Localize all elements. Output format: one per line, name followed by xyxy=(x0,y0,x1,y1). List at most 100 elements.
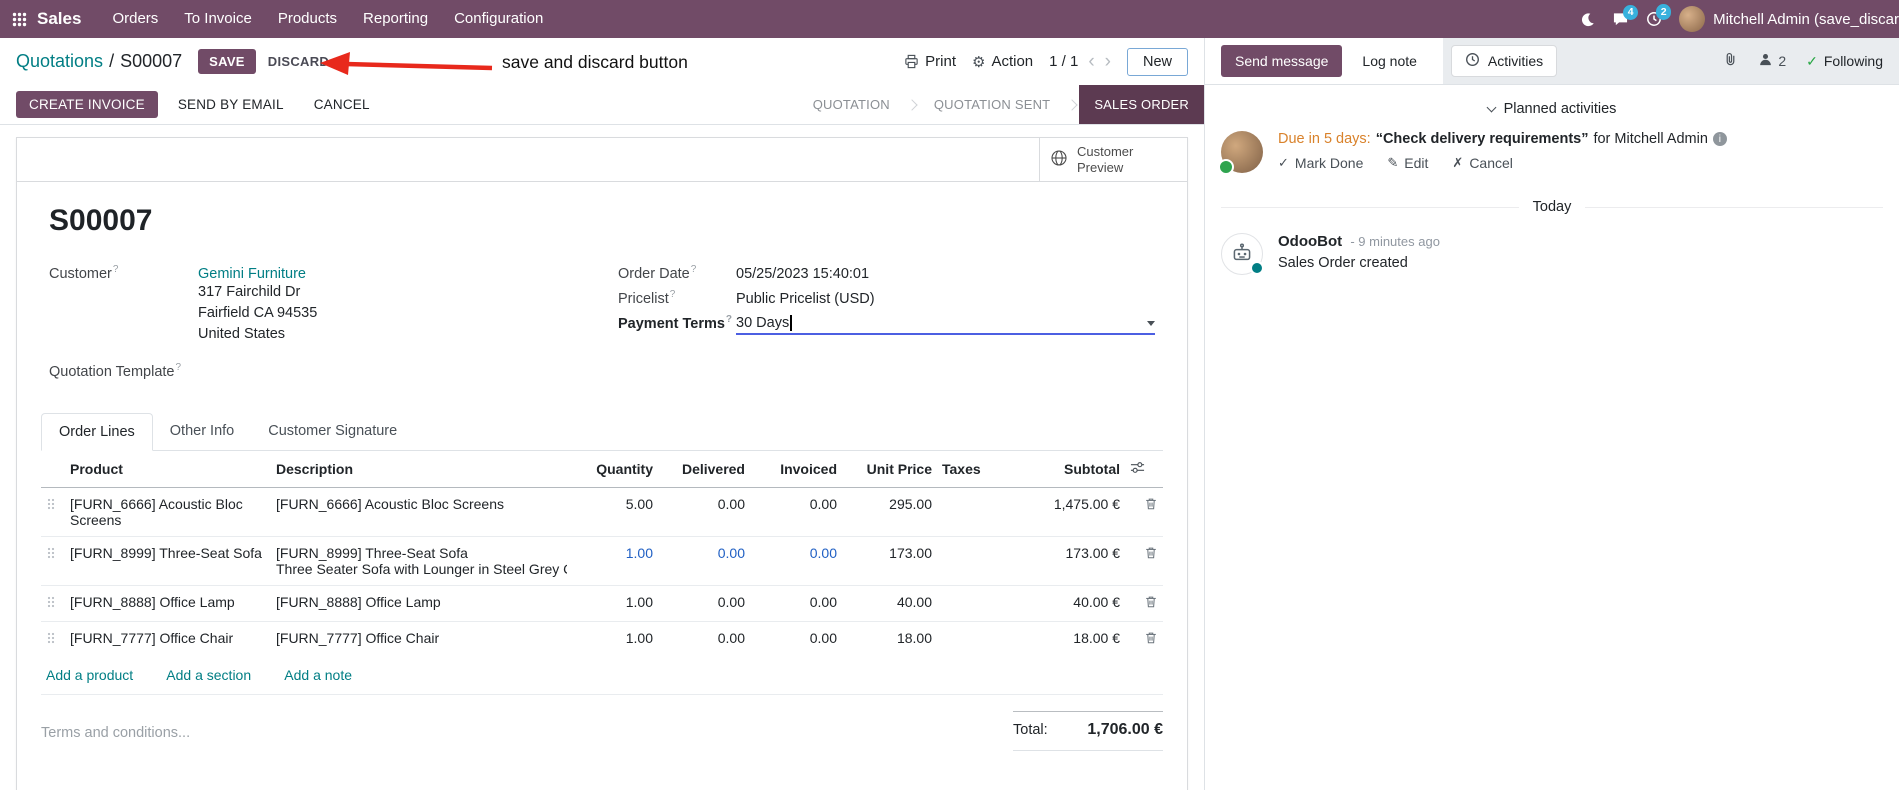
user-menu[interactable]: Mitchell Admin (save_discar xyxy=(1713,11,1899,28)
cell-quantity[interactable]: 5.00 xyxy=(572,487,658,536)
dark-mode-moon-icon[interactable] xyxy=(1580,12,1595,27)
add-a-note-link[interactable]: Add a note xyxy=(284,667,352,683)
cell-unit-price[interactable]: 295.00 xyxy=(842,487,937,536)
tab-customer-signature[interactable]: Customer Signature xyxy=(251,413,414,450)
print-button[interactable]: Print xyxy=(904,53,956,70)
delete-line-icon[interactable] xyxy=(1125,584,1163,622)
cell-invoiced[interactable]: 0.00 xyxy=(750,535,842,586)
following-button[interactable]: ✓ Following xyxy=(1806,53,1883,70)
breadcrumb-quotations-link[interactable]: Quotations xyxy=(16,51,103,72)
col-delivered[interactable]: Delivered xyxy=(658,450,750,488)
cell-unit-price[interactable]: 173.00 xyxy=(842,535,937,586)
cell-description[interactable]: [FURN_8999] Three-Seat Sofa Three Seater … xyxy=(271,535,572,586)
menu-configuration[interactable]: Configuration xyxy=(441,0,556,38)
order-line-row[interactable]: [FURN_8999] Three-Seat Sofa [FURN_8999] T… xyxy=(41,535,1163,586)
drag-handle-icon[interactable] xyxy=(41,535,65,586)
delete-line-icon[interactable] xyxy=(1125,487,1163,536)
drag-handle-icon[interactable] xyxy=(41,584,65,622)
drag-handle-icon[interactable] xyxy=(41,620,65,657)
odoobot-avatar[interactable] xyxy=(1221,233,1264,275)
followers-button[interactable]: 2 xyxy=(1758,52,1786,70)
col-subtotal[interactable]: Subtotal xyxy=(1009,450,1125,488)
send-message-button[interactable]: Send message xyxy=(1221,45,1343,77)
new-button[interactable]: New xyxy=(1126,47,1188,76)
cell-delivered[interactable]: 0.00 xyxy=(658,584,750,622)
add-a-section-link[interactable]: Add a section xyxy=(166,667,251,683)
cell-unit-price[interactable]: 18.00 xyxy=(842,620,937,657)
cell-invoiced[interactable]: 0.00 xyxy=(750,584,842,622)
col-quantity[interactable]: Quantity xyxy=(572,450,658,488)
activity-user-avatar[interactable] xyxy=(1218,131,1263,175)
cell-taxes[interactable] xyxy=(937,535,1009,586)
cell-delivered[interactable]: 0.00 xyxy=(658,535,750,586)
col-taxes[interactable]: Taxes xyxy=(937,450,1009,488)
cell-unit-price[interactable]: 40.00 xyxy=(842,584,937,622)
pager-next-icon[interactable]: › xyxy=(1105,52,1111,71)
mark-done-button[interactable]: ✓ Mark Done xyxy=(1278,155,1363,171)
col-description[interactable]: Description xyxy=(271,450,572,488)
discard-button[interactable]: DISCARD xyxy=(268,54,329,69)
cell-product[interactable]: [FURN_7777] Office Chair xyxy=(65,620,271,657)
cancel-activity-button[interactable]: ✗ Cancel xyxy=(1452,155,1513,171)
order-date-value[interactable]: 05/25/2023 15:40:01 xyxy=(736,266,869,282)
order-line-row[interactable]: [FURN_6666] Acoustic Bloc Screens [FURN_6… xyxy=(41,487,1163,536)
delete-line-icon[interactable] xyxy=(1125,535,1163,586)
pricelist-value[interactable]: Public Pricelist (USD) xyxy=(736,291,875,307)
cell-taxes[interactable] xyxy=(937,584,1009,622)
col-invoiced[interactable]: Invoiced xyxy=(750,450,842,488)
tab-order-lines[interactable]: Order Lines xyxy=(41,412,153,451)
menu-products[interactable]: Products xyxy=(265,0,350,38)
cell-product[interactable]: [FURN_8888] Office Lamp xyxy=(65,584,271,622)
state-quotation[interactable]: QUOTATION xyxy=(798,85,905,124)
pager-previous-icon[interactable]: ‹ xyxy=(1088,52,1094,71)
order-line-row[interactable]: [FURN_8888] Office Lamp [FURN_8888] Offic… xyxy=(41,584,1163,622)
menu-orders[interactable]: Orders xyxy=(99,0,171,38)
cancel-order-button[interactable]: CANCEL xyxy=(304,91,380,118)
attachments-paperclip-icon[interactable] xyxy=(1723,51,1738,71)
cell-delivered[interactable]: 0.00 xyxy=(658,487,750,536)
messages-icon[interactable]: 4 xyxy=(1612,4,1639,27)
activities-tab[interactable]: Activities xyxy=(1450,45,1558,77)
menu-reporting[interactable]: Reporting xyxy=(350,0,441,38)
terms-and-conditions-input[interactable]: Terms and conditions... xyxy=(41,711,1013,741)
save-button[interactable]: SAVE xyxy=(198,49,256,74)
cell-product[interactable]: [FURN_8999] Three-Seat Sofa xyxy=(65,535,271,586)
edit-activity-button[interactable]: ✎ Edit xyxy=(1387,155,1428,171)
add-a-product-link[interactable]: Add a product xyxy=(46,667,133,683)
customer-preview-button[interactable]: Customer Preview xyxy=(1039,138,1187,181)
optional-columns-icon[interactable] xyxy=(1125,450,1163,488)
cell-taxes[interactable] xyxy=(937,487,1009,536)
log-note-button[interactable]: Log note xyxy=(1350,45,1429,77)
payment-terms-input[interactable]: 30 Days xyxy=(736,315,1155,336)
state-sales-order[interactable]: SALES ORDER xyxy=(1079,85,1204,124)
cell-quantity[interactable]: 1.00 xyxy=(572,584,658,622)
create-invoice-button[interactable]: CREATE INVOICE xyxy=(16,91,158,118)
planned-activities-header[interactable]: Planned activities xyxy=(1221,101,1883,117)
customer-link[interactable]: Gemini Furniture xyxy=(198,266,306,282)
tab-other-info[interactable]: Other Info xyxy=(153,413,251,450)
drag-handle-icon[interactable] xyxy=(41,487,65,536)
user-avatar[interactable] xyxy=(1679,6,1706,32)
apps-grid-icon[interactable] xyxy=(12,12,27,27)
cell-taxes[interactable] xyxy=(937,620,1009,657)
chevron-down-icon[interactable] xyxy=(1147,320,1155,326)
order-line-row[interactable]: [FURN_7777] Office Chair [FURN_7777] Offi… xyxy=(41,620,1163,657)
cell-description[interactable]: [FURN_6666] Acoustic Bloc Screens xyxy=(271,487,572,536)
delete-line-icon[interactable] xyxy=(1125,620,1163,657)
send-by-email-button[interactable]: SEND BY EMAIL xyxy=(168,91,294,118)
cell-description[interactable]: [FURN_7777] Office Chair xyxy=(271,620,572,657)
state-quotation-sent[interactable]: QUOTATION SENT xyxy=(919,85,1065,124)
menu-to-invoice[interactable]: To Invoice xyxy=(171,0,265,38)
cell-quantity[interactable]: 1.00 xyxy=(572,620,658,657)
activities-clock-icon[interactable]: 2 xyxy=(1646,4,1672,27)
col-product[interactable]: Product xyxy=(65,450,271,488)
cell-delivered[interactable]: 0.00 xyxy=(658,620,750,657)
cell-invoiced[interactable]: 0.00 xyxy=(750,487,842,536)
app-name[interactable]: Sales xyxy=(37,9,81,29)
cell-invoiced[interactable]: 0.00 xyxy=(750,620,842,657)
action-menu-button[interactable]: ⚙ Action xyxy=(972,53,1033,71)
cell-quantity[interactable]: 1.00 xyxy=(572,535,658,586)
info-icon[interactable]: i xyxy=(1712,132,1727,146)
cell-product[interactable]: [FURN_6666] Acoustic Bloc Screens xyxy=(65,487,271,536)
message-author[interactable]: OdooBot xyxy=(1278,233,1342,250)
